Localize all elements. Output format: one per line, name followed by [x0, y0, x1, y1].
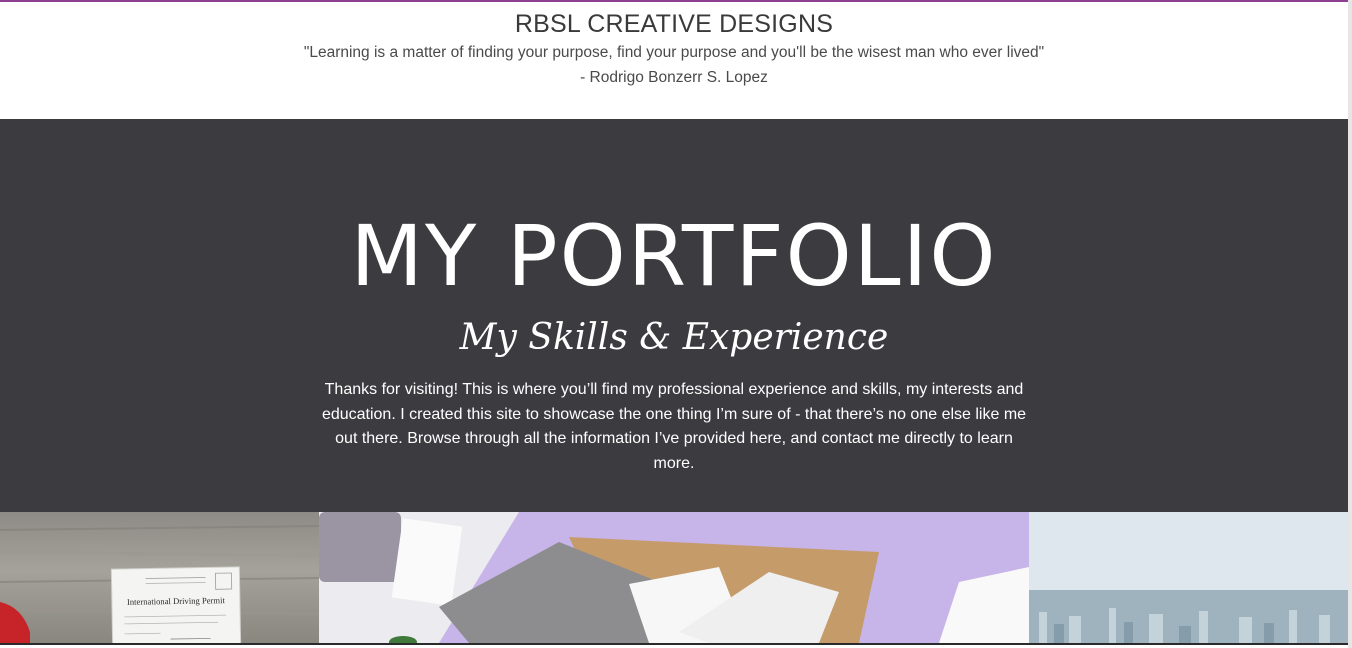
bottom-divider [0, 643, 1348, 645]
gallery-image-driving-permit[interactable]: International Driving Permit [0, 512, 319, 643]
rose-petal [0, 602, 30, 643]
quote-author: - Rodrigo Bonzerr S. Lopez [580, 69, 768, 86]
gallery-image-desk-objects[interactable] [319, 512, 1029, 643]
city-skyline-illustration [1029, 512, 1348, 643]
header-quote: "Learning is a matter of finding your pu… [303, 44, 1045, 61]
site-header: RBSL CREATIVE DESIGNS "Learning is a mat… [0, 2, 1348, 119]
hero-intro-text: Thanks for visiting! This is where you’l… [321, 381, 1027, 472]
permit-card-title: International Driving Permit [127, 595, 226, 607]
scrollbar[interactable] [1348, 0, 1352, 648]
vase-shape [319, 512, 401, 582]
desk-objects-illustration [319, 512, 1029, 643]
gallery-image-city-skyline[interactable] [1029, 512, 1348, 643]
hero-section: MY PORTFOLIO My Skills & Experience Than… [0, 119, 1348, 512]
page: RBSL CREATIVE DESIGNS "Learning is a mat… [0, 0, 1352, 648]
driving-permit-illustration: International Driving Permit [0, 525, 319, 643]
hero-subtitle: My Skills & Experience [459, 317, 889, 358]
hero-title: MY PORTFOLIO [350, 207, 998, 305]
image-gallery: International Driving Permit [0, 512, 1348, 643]
brand-title[interactable]: RBSL CREATIVE DESIGNS [0, 10, 1348, 39]
